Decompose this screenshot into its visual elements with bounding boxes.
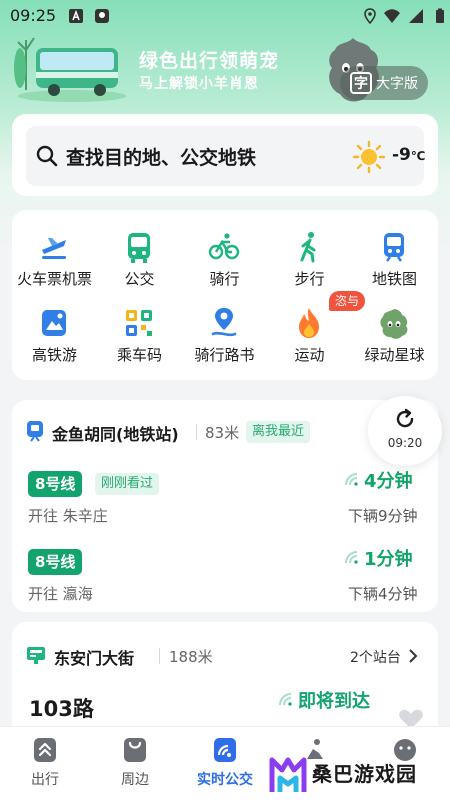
nav-tab-travel[interactable]: 出行 [0,727,90,800]
search-input[interactable]: 查找目的地、公交地铁 -9℃ [26,126,425,186]
stations-link[interactable]: 2个站台 [350,647,401,667]
grid-label: 乘车码 [116,346,162,364]
signal-icon [409,9,423,23]
site-watermark: 桑巴游戏园 [264,748,450,800]
arrival-time: 1分钟 [364,549,413,570]
line-direction: 开往 瀛海 [28,585,93,603]
metro-map-icon [384,233,404,262]
realtime-bus-icon [214,738,236,762]
bus-route-name[interactable]: 103路 [29,693,94,723]
refresh-time: 09:20 [387,436,423,450]
grid-label: 绿动星球 [364,346,425,364]
temperature[interactable]: -9℃ [392,145,425,165]
search-card: 查找目的地、公交地铁 -9℃ [12,114,438,196]
search-icon [36,145,58,167]
refresh-button[interactable]: 09:20 [368,396,442,466]
grid-item-bike[interactable]: 骑行 [182,220,267,292]
next-arrival: 下辆9分钟 [348,507,418,525]
walk-icon [300,232,316,263]
bus-stop-icon [27,647,45,664]
search-placeholder: 查找目的地、公交地铁 [66,147,257,169]
divider [196,424,197,440]
grid-item-bus[interactable]: 公交 [97,220,182,292]
refresh-icon [396,408,414,428]
map-pin-icon [95,9,109,23]
route-pin-icon [211,308,237,337]
nav-tab-realtime-bus[interactable]: 实时公交 [180,727,270,800]
grid-label: 骑行 [209,270,240,288]
grid-label: 骑行路书 [194,346,255,364]
nav-label: 实时公交 [197,772,253,788]
flame-icon [299,308,319,338]
grid-item-high-speed-rail[interactable]: 高铁游 [12,296,97,368]
nav-label: 周边 [121,772,149,788]
divider [159,648,160,664]
nav-tab-nearby[interactable]: 周边 [90,727,180,800]
nav-label: 出行 [31,772,59,788]
nearby-bag-icon [124,738,146,762]
bus-arrival-status: 即将到达 [298,691,370,712]
grid-label: 高铁游 [31,346,77,364]
realtime-signal-icon [345,551,358,564]
chevron-right-icon[interactable] [408,649,418,663]
green-bus-illustration[interactable] [12,32,130,104]
grid-item-green-planet[interactable]: 绿动星球 [352,296,437,368]
bus-station-distance: 188米 [169,648,213,666]
promo-title[interactable]: 绿色出行领萌宠 [139,46,279,73]
line-badge[interactable]: 8号线 [28,549,83,575]
grid-label: 公交 [124,270,155,288]
big-font-icon: 字 [350,72,372,94]
grid-item-metro-map[interactable]: 地铁图 [352,220,437,292]
realtime-signal-icon [279,693,292,706]
location-icon [364,8,376,24]
grid-label: 运动 [294,346,325,364]
line-badge[interactable]: 8号线 [28,471,83,497]
realtime-signal-icon [345,473,358,486]
promo-subtitle[interactable]: 马上解锁小羊肖恩 [139,73,259,93]
recently-viewed-tag: 刚刚看过 [95,473,160,495]
bus-icon [128,233,150,263]
grid-label: 地铁图 [371,270,417,288]
status-bar: 09:25 [0,0,450,32]
travel-icon [34,738,56,762]
grid-label: 火车票机票 [16,270,92,288]
high-speed-rail-icon [42,310,66,336]
station-distance: 83米 [205,424,240,442]
bus-station-card[interactable]: 东安门大街 188米 2个站台 103路 即将到达 [12,622,438,732]
status-time: 09:25 [10,6,57,25]
big-font-mode-button[interactable]: 字 大字版 [340,66,428,100]
battery-icon [436,8,444,23]
grid-item-train-plane[interactable]: 火车票机票 [12,220,97,292]
grid-item-walk[interactable]: 步行 [267,220,352,292]
green-planet-icon [380,309,408,339]
grid-item-qr-code[interactable]: 乘车码 [97,296,182,368]
next-arrival: 下辆4分钟 [348,585,418,603]
bike-icon [208,233,240,260]
sun-weather-icon[interactable] [352,140,386,174]
big-font-label: 大字版 [376,76,418,92]
nearest-tag: 离我最近 [246,421,311,443]
bus-station-name[interactable]: 东安门大街 [54,645,134,669]
hot-badge: 恣与 [329,291,366,311]
arrival-time: 4分钟 [364,471,413,492]
watermark-text: 桑巴游戏园 [312,762,417,786]
grid-label: 步行 [294,270,325,288]
grid-item-route-book[interactable]: 骑行路书 [182,296,267,368]
station-name[interactable]: 金鱼胡同(地铁站) [52,421,179,445]
train-plane-icon [42,238,66,259]
watermark-logo [269,757,307,792]
qr-code-icon [126,310,152,336]
metro-station-icon [27,421,43,442]
wifi-icon [384,9,400,23]
font-a-icon [69,9,83,23]
line-direction: 开往 朱辛庄 [28,507,108,525]
quick-access-grid: 火车票机票 公交 骑行 步行 地铁图 高铁游 乘车码 骑行路书 运动 绿动星球 … [12,210,438,380]
